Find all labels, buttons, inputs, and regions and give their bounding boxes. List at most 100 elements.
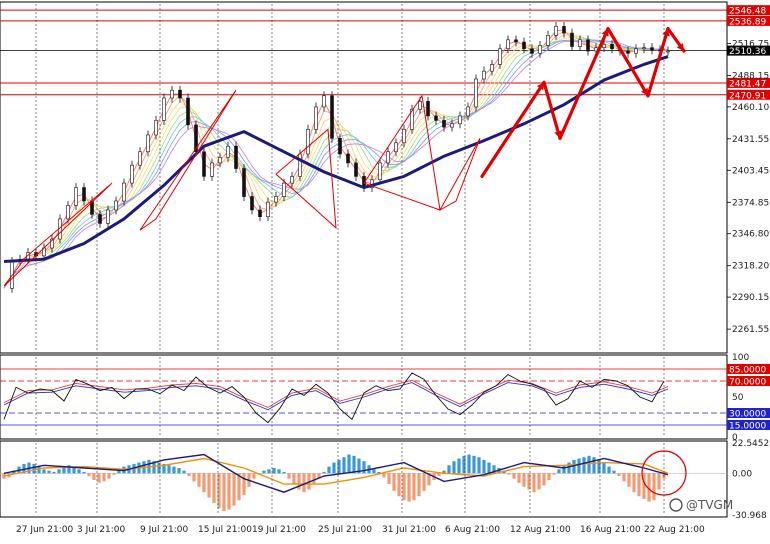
date-label: 19 Jul 21:00 bbox=[252, 525, 306, 535]
date-label: 25 Jul 21:00 bbox=[318, 525, 372, 535]
macd-histogram-bar bbox=[252, 473, 256, 479]
price-tick-label: 2516.75 bbox=[732, 39, 769, 49]
macd-histogram-bar bbox=[82, 471, 86, 474]
price-tick-label: 2374.85 bbox=[732, 198, 769, 208]
price-tick-label: 2460.10 bbox=[732, 103, 769, 113]
macd-histogram-bar bbox=[262, 470, 266, 474]
macd-tick-label: -30.968 bbox=[732, 511, 767, 521]
candle-body bbox=[458, 115, 462, 125]
macd-histogram-bar bbox=[77, 469, 81, 474]
macd-histogram-bar bbox=[372, 469, 376, 474]
candle-body bbox=[610, 43, 614, 50]
macd-histogram-bar bbox=[107, 473, 111, 479]
candle-body bbox=[506, 39, 510, 50]
macd-histogram-bar bbox=[397, 473, 401, 497]
macd-panel-frame bbox=[0, 440, 728, 518]
macd-tick-label: 0.00 bbox=[732, 469, 752, 479]
osc-level-tag-text: 85.0000 bbox=[729, 366, 766, 376]
candle-body bbox=[538, 45, 542, 54]
macd-histogram-bar bbox=[582, 457, 586, 474]
macd-histogram-bar bbox=[512, 473, 516, 479]
candle-body bbox=[402, 129, 406, 144]
macd-histogram-bar bbox=[402, 473, 406, 501]
macd-histogram-bar bbox=[207, 473, 211, 498]
macd-tick-label: 22.5452 bbox=[732, 439, 769, 449]
candle-body bbox=[162, 97, 166, 121]
macd-histogram-bar bbox=[487, 462, 491, 474]
macd-histogram-bar bbox=[37, 466, 41, 474]
macd-histogram-bar bbox=[287, 473, 291, 479]
candle-body bbox=[474, 78, 478, 108]
macd-histogram-bar bbox=[457, 458, 461, 474]
macd-histogram-bar bbox=[52, 471, 56, 474]
candle-body bbox=[250, 196, 254, 211]
candle-body bbox=[546, 35, 550, 46]
macd-histogram-bar bbox=[422, 473, 426, 491]
macd-histogram-bar bbox=[187, 473, 191, 477]
macd-histogram-bar bbox=[322, 471, 326, 474]
macd-histogram-bar bbox=[452, 461, 456, 474]
candle-body bbox=[530, 48, 534, 54]
chart-svg: 2546.482536.892510.362481.472470.912516.… bbox=[0, 1, 770, 535]
candle-body bbox=[498, 48, 502, 65]
candle-body bbox=[322, 95, 326, 108]
date-label: 9 Jul 21:00 bbox=[140, 525, 189, 535]
candle-body bbox=[130, 164, 134, 184]
macd-histogram-bar bbox=[272, 467, 276, 474]
candle-body bbox=[234, 145, 238, 169]
macd-histogram-bar bbox=[362, 461, 366, 474]
osc-tick-label: 50 bbox=[732, 393, 744, 403]
candle-body bbox=[202, 151, 206, 177]
macd-histogram-bar bbox=[242, 473, 246, 495]
candle-body bbox=[482, 70, 486, 80]
macd-histogram-bar bbox=[612, 470, 616, 474]
macd-histogram-bar bbox=[197, 473, 201, 487]
candle-body bbox=[154, 120, 158, 136]
macd-histogram-bar bbox=[387, 473, 391, 485]
macd-histogram-bar bbox=[232, 473, 236, 506]
candle-body bbox=[290, 176, 294, 184]
candle-body bbox=[666, 50, 670, 53]
candle-body bbox=[66, 205, 70, 220]
macd-histogram-bar bbox=[212, 473, 216, 503]
osc-level-tag-text: 30.0000 bbox=[729, 410, 766, 420]
macd-histogram-bar bbox=[97, 473, 101, 483]
candle-body bbox=[306, 129, 310, 155]
macd-histogram-bar bbox=[467, 454, 471, 474]
macd-histogram-bar bbox=[87, 473, 91, 477]
candle-body bbox=[442, 120, 446, 128]
date-label: 31 Jul 21:00 bbox=[382, 525, 436, 535]
macd-histogram-bar bbox=[222, 473, 226, 512]
candle-body bbox=[418, 101, 422, 110]
candle-body bbox=[490, 64, 494, 72]
date-label: 22 Aug 21:00 bbox=[644, 525, 705, 535]
macd-histogram-bar bbox=[352, 455, 356, 474]
macd-histogram-bar bbox=[547, 473, 551, 481]
macd-histogram-bar bbox=[102, 473, 106, 482]
candle-body bbox=[354, 162, 358, 177]
price-tick-label: 2261.55 bbox=[732, 325, 769, 335]
candle-body bbox=[434, 115, 438, 121]
macd-histogram-bar bbox=[537, 473, 541, 490]
macd-histogram-bar bbox=[602, 462, 606, 474]
osc-level-tag-text: 15.0000 bbox=[729, 422, 766, 432]
candle-body bbox=[98, 214, 102, 224]
price-tick-label: 2403.45 bbox=[732, 166, 769, 176]
candle-body bbox=[186, 97, 190, 126]
price-tick-label: 2290.15 bbox=[732, 293, 769, 303]
candle-body bbox=[554, 26, 558, 36]
macd-histogram-bar bbox=[192, 473, 196, 482]
macd-histogram-bar bbox=[32, 463, 36, 474]
macd-histogram-bar bbox=[327, 466, 331, 474]
candle-body bbox=[562, 26, 566, 34]
macd-histogram-bar bbox=[542, 473, 546, 486]
macd-histogram-bar bbox=[557, 469, 561, 474]
macd-histogram-bar bbox=[92, 473, 96, 481]
candle-body bbox=[330, 95, 334, 139]
macd-histogram-bar bbox=[657, 473, 661, 490]
candle-body bbox=[106, 209, 110, 224]
price-tick-label: 2318.20 bbox=[732, 262, 769, 272]
candle-body bbox=[338, 138, 342, 155]
macd-histogram-bar bbox=[607, 466, 611, 474]
macd-histogram-bar bbox=[112, 473, 116, 475]
